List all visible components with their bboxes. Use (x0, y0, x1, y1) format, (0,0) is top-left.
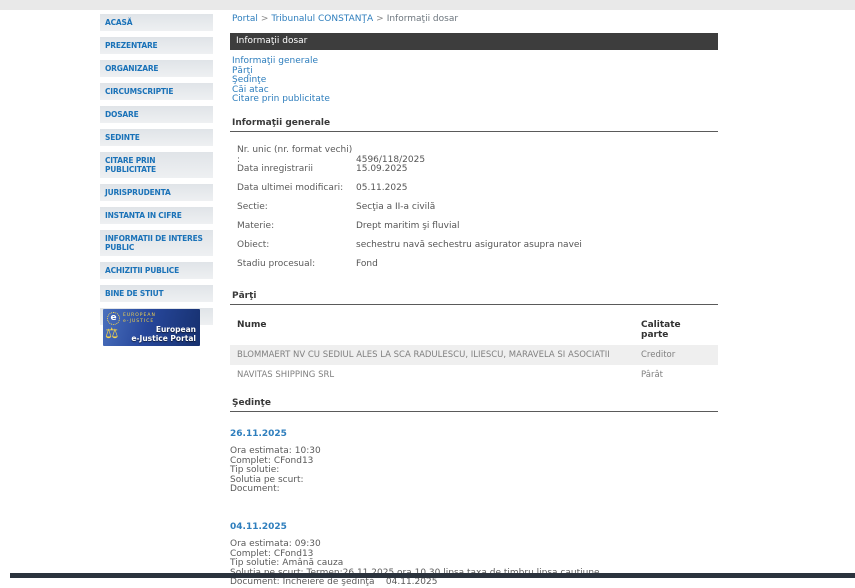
session-detail-value: 09:30 (295, 539, 321, 549)
session-details: Ora estimata:10:30Complet:CFond13Tip sol… (230, 447, 720, 495)
session-detail-value: Încheiere de şedinţă 04.11.2025 (283, 577, 438, 587)
session-detail-label: Tip solutie: (230, 465, 279, 475)
session-detail-label: Ora estimata: (230, 539, 292, 549)
info-row-label: Obiect: (237, 240, 356, 250)
session-detail-value: CFond13 (274, 549, 314, 559)
info-row-label: Data ultimei modificari: (237, 183, 356, 193)
breadcrumb-link-portal[interactable]: Portal (232, 14, 258, 24)
session-details: Ora estimata:09:30 Complet:CFond13Tip sol… (230, 540, 720, 588)
session-detail-label: Complet: (230, 549, 271, 559)
info-row: Materie:Drept maritim şi fluvial (230, 221, 720, 240)
scales-of-justice-icon: ⚖ (105, 323, 118, 343)
ejustice-emblem-text: EUROPEAN e-JUSTICE (123, 313, 156, 324)
sidebar-item-sedinte[interactable]: SEDINTE (100, 129, 213, 146)
quick-links: Informaţii generalePărţiŞedinţeCăi atacC… (232, 57, 720, 105)
breadcrumb-current: Informaţii dosar (387, 14, 458, 24)
party-role: Pârât (641, 370, 711, 380)
info-row-value: Secţia a II-a civilă (356, 202, 435, 212)
info-row: Data inregistrarii15.09.2025 (230, 164, 720, 183)
sidebar-item-achizitii-publice[interactable]: ACHIZITII PUBLICE (100, 262, 213, 279)
session-block: 26.11.2025Ora estimata:10:30Complet:CFon… (230, 429, 720, 495)
sidebar-item-citare-prin-publicitate[interactable]: CITARE PRIN PUBLICITATE (100, 152, 213, 178)
general-info-table: Nr. unic (nr. format vechi) :4596/118/20… (230, 145, 720, 278)
logo-text-line2: e-Justice Portal (131, 334, 196, 343)
session-date-link[interactable]: 04.11.2025 (230, 522, 287, 532)
sidebar-item-acas[interactable]: ACASĂ (100, 14, 213, 31)
info-row-label: Materie: (237, 221, 356, 231)
party-role: Creditor (641, 350, 711, 360)
quick-link-citare-prin-publicitate[interactable]: Citare prin publicitate (232, 95, 330, 105)
info-row-value: Fond (356, 259, 378, 269)
session-detail-label: Ora estimata: (230, 446, 292, 456)
page-title-bar: Informaţii dosar (230, 33, 718, 50)
session-detail-value: CFond13 (274, 456, 314, 466)
session-detail-line: Solutia pe scurt: (230, 476, 720, 486)
session-block: 04.11.2025 Ora estimata:09:30 Complet:CFon… (230, 522, 720, 588)
info-row-value: Drept maritim şi fluvial (356, 221, 459, 231)
parties-table-header: Nume Calitate parte (230, 315, 718, 345)
sidebar-item-circumscriptie[interactable]: CIRCUMSCRIPTIE (100, 83, 213, 100)
session-detail-value: 10:30 (295, 446, 321, 456)
sidebar-item-organizare[interactable]: ORGANIZARE (100, 60, 213, 77)
info-row-label: Sectie: (237, 202, 356, 212)
column-header-role: Calitate parte (641, 320, 711, 340)
session-date-link[interactable]: 26.11.2025 (230, 429, 287, 439)
info-row-label: Nr. unic (nr. format vechi) : (237, 145, 356, 165)
party-name: BLOMMAERT NV CU SEDIUL ALES LA SCA RADUL… (237, 350, 641, 360)
info-row: Stadiu procesual:Fond (230, 259, 720, 278)
session-detail-label: Solutia pe scurt: (230, 475, 304, 485)
session-detail-line: Document: (230, 485, 720, 495)
sidebar-item-bine-de-stiut[interactable]: BINE DE STIUT (100, 285, 213, 302)
ejustice-logo-text: European e-Justice Portal (131, 325, 196, 343)
section-heading-parties: Părţi (230, 289, 718, 305)
party-name: NAVITAS SHIPPING SRL (237, 370, 641, 380)
sidebar-item-dosare[interactable]: DOSARE (100, 106, 213, 123)
session-detail-label: Complet: (230, 456, 271, 466)
info-row-value: sechestru navă sechestru asigurator asup… (356, 240, 582, 250)
breadcrumb-link-tribunalul-constan-a[interactable]: Tribunalul CONSTANŢA (271, 14, 373, 24)
main-content: Portal>Tribunalul CONSTANŢA>Informaţii d… (230, 12, 720, 588)
column-header-name: Nume (237, 320, 641, 340)
sidebar-item-instanta-in-cifre[interactable]: INSTANTA IN CIFRE (100, 207, 213, 224)
info-row-value: 15.09.2025 (356, 164, 408, 174)
logo-text-line1: European (131, 325, 196, 334)
info-row-label: Data inregistrarii (237, 164, 356, 174)
info-row-label: Stadiu procesual: (237, 259, 356, 269)
table-row-party: BLOMMAERT NV CU SEDIUL ALES LA SCA RADUL… (230, 345, 718, 365)
info-row: Sectie:Secţia a II-a civilă (230, 202, 720, 221)
section-heading-general: Informaţii generale (230, 116, 718, 132)
page-title: Informaţii dosar (236, 36, 307, 46)
session-detail-line: Document:Încheiere de şedinţă 04.11.2025 (230, 578, 720, 588)
info-row: Data ultimei modificari:05.11.2025 (230, 183, 720, 202)
ejustice-portal-logo[interactable]: e EUROPEAN e-JUSTICE ⚖ European e-Justic… (103, 309, 200, 346)
breadcrumb-separator: > (376, 14, 384, 24)
session-detail-value: Amână cauza (282, 558, 343, 568)
sidebar-item-informatii-de-interes-public[interactable]: INFORMATII DE INTERES PUBLIC (100, 230, 213, 256)
info-row: Nr. unic (nr. format vechi) :4596/118/20… (230, 145, 720, 164)
table-row-party: NAVITAS SHIPPING SRLPârât (230, 365, 718, 385)
session-detail-label: Document: (230, 484, 280, 494)
info-row: Obiect:sechestru navă sechestru asigurat… (230, 240, 720, 259)
sessions-list: 26.11.2025Ora estimata:10:30Complet:CFon… (230, 429, 720, 588)
session-detail-label: Document: (230, 577, 280, 587)
session-detail-line: Complet:CFond13 (230, 457, 720, 467)
parties-table: Nume Calitate parte BLOMMAERT NV CU SEDI… (230, 315, 718, 385)
breadcrumb-separator: > (261, 14, 269, 24)
breadcrumb: Portal>Tribunalul CONSTANŢA>Informaţii d… (232, 14, 720, 24)
session-detail-label: Tip solutie: (230, 558, 279, 568)
top-bar (0, 0, 855, 10)
sidebar-item-prezentare[interactable]: PREZENTARE (100, 37, 213, 54)
section-heading-sessions: Şedinţe (230, 396, 718, 412)
bottom-bar (10, 573, 855, 578)
sidebar-item-jurisprudenta[interactable]: JURISPRUDENTA (100, 184, 213, 201)
sidebar-nav: ACASĂ PREZENTARE ORGANIZARE CIRCUMSCRIPTIE D… (100, 14, 213, 331)
info-row-value: 05.11.2025 (356, 183, 408, 193)
